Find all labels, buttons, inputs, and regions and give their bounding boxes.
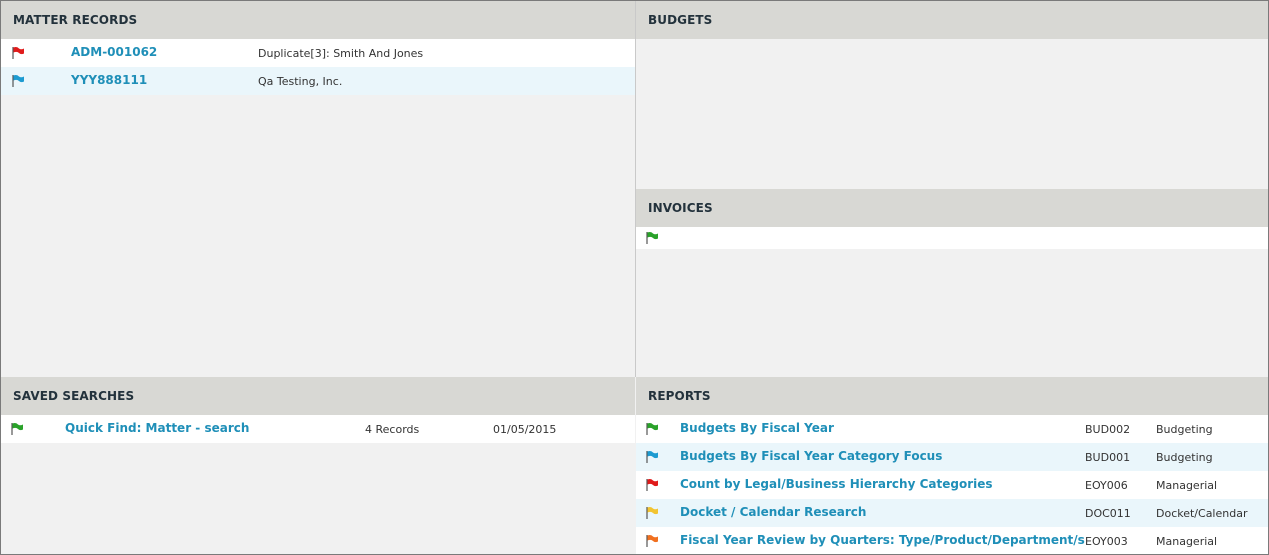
- matter-records-panel: MATTER RECORDS ADM-001062 Duplicate[3]: …: [1, 1, 635, 377]
- saved-search-row[interactable]: Quick Find: Matter - search 4 Records 01…: [1, 415, 635, 443]
- invoices-panel: INVOICES: [636, 189, 1268, 377]
- matter-id-link[interactable]: YYY888111: [71, 73, 147, 87]
- report-category: Docket/Calendar: [1156, 507, 1248, 520]
- report-code: EOY003: [1085, 535, 1128, 548]
- green-flag-icon: [646, 422, 658, 435]
- green-flag-icon: [11, 422, 23, 435]
- report-category: Managerial: [1156, 535, 1218, 548]
- report-category: Budgeting: [1156, 423, 1213, 436]
- reports-panel: REPORTS Budgets By Fiscal Year BUD002 Bu…: [636, 377, 1268, 554]
- report-row[interactable]: Docket / Calendar Research DOC011 Docket…: [636, 499, 1268, 527]
- budgets-panel: BUDGETS: [636, 1, 1268, 189]
- green-flag-icon: [646, 231, 658, 244]
- report-code: EOY006: [1085, 479, 1128, 492]
- report-row[interactable]: Fiscal Year Review by Quarters: Type/Pro…: [636, 527, 1268, 554]
- matter-id-link[interactable]: ADM-001062: [71, 45, 157, 59]
- saved-searches-header: SAVED SEARCHES: [1, 377, 635, 415]
- saved-searches-panel: SAVED SEARCHES Quick Find: Matter - sear…: [1, 377, 635, 554]
- dashboard: MATTER RECORDS ADM-001062 Duplicate[3]: …: [0, 0, 1269, 555]
- reports-list: Budgets By Fiscal Year BUD002 Budgeting …: [636, 415, 1268, 554]
- red-flag-icon: [12, 46, 24, 59]
- saved-searches-list: Quick Find: Matter - search 4 Records 01…: [1, 415, 635, 443]
- matter-name: Duplicate[3]: Smith And Jones: [258, 47, 424, 60]
- saved-search-record-count: 4 Records: [365, 423, 420, 436]
- saved-search-date: 01/05/2015: [493, 423, 557, 436]
- invoice-row[interactable]: [636, 227, 1268, 249]
- report-row[interactable]: Count by Legal/Business Hierarchy Catego…: [636, 471, 1268, 499]
- saved-search-link[interactable]: Quick Find: Matter - search: [65, 421, 249, 435]
- reports-header: REPORTS: [636, 377, 1268, 415]
- report-code: BUD001: [1085, 451, 1131, 464]
- orange-flag-icon: [646, 534, 658, 547]
- matter-records-header: MATTER RECORDS: [1, 1, 635, 39]
- report-link[interactable]: Budgets By Fiscal Year: [680, 421, 834, 435]
- matter-row[interactable]: ADM-001062 Duplicate[3]: Smith And Jones: [1, 39, 635, 67]
- report-link[interactable]: Fiscal Year Review by Quarters: Type/Pro…: [680, 533, 1085, 547]
- report-category: Budgeting: [1156, 451, 1213, 464]
- report-code: DOC011: [1085, 507, 1131, 520]
- blue-flag-icon: [12, 74, 24, 87]
- report-code: BUD002: [1085, 423, 1131, 436]
- report-link[interactable]: Count by Legal/Business Hierarchy Catego…: [680, 477, 993, 491]
- report-row[interactable]: Budgets By Fiscal Year Category Focus BU…: [636, 443, 1268, 471]
- matter-records-list: ADM-001062 Duplicate[3]: Smith And Jones…: [1, 39, 635, 95]
- budgets-header: BUDGETS: [636, 1, 1268, 39]
- report-category: Managerial: [1156, 479, 1218, 492]
- red-flag-icon: [646, 478, 658, 491]
- report-link[interactable]: Budgets By Fiscal Year Category Focus: [680, 449, 942, 463]
- matter-name: Qa Testing, Inc.: [258, 75, 343, 88]
- blue-flag-icon: [646, 450, 658, 463]
- yellow-flag-icon: [646, 506, 658, 519]
- invoices-list: [636, 227, 1268, 249]
- report-link[interactable]: Docket / Calendar Research: [680, 505, 866, 519]
- matter-row[interactable]: YYY888111 Qa Testing, Inc.: [1, 67, 635, 95]
- report-row[interactable]: Budgets By Fiscal Year BUD002 Budgeting: [636, 415, 1268, 443]
- invoices-header: INVOICES: [636, 189, 1268, 227]
